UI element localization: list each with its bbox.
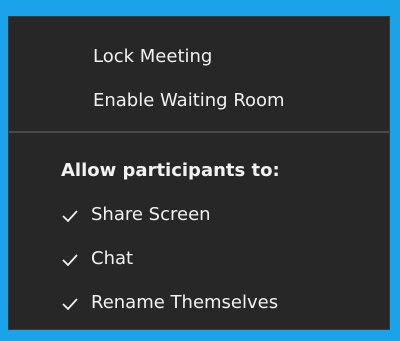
menu-divider — [9, 131, 389, 133]
option-label: Share Screen — [91, 204, 211, 225]
checkmark-icon — [61, 251, 79, 269]
meeting-security-menu: Lock Meeting Enable Waiting Room Allow p… — [8, 16, 390, 330]
option-label: Rename Themselves — [91, 292, 279, 313]
allow-participants-heading: Allow participants to: — [61, 160, 280, 181]
option-label: Chat — [91, 248, 134, 269]
option-share-screen[interactable]: Share Screen — [9, 195, 389, 235]
checkmark-icon — [61, 295, 79, 313]
option-chat[interactable]: Chat — [9, 239, 389, 279]
checkmark-icon — [61, 207, 79, 225]
menu-item-label: Enable Waiting Room — [93, 90, 285, 111]
menu-item-enable-waiting-room[interactable]: Enable Waiting Room — [9, 81, 389, 121]
menu-item-lock-meeting[interactable]: Lock Meeting — [9, 37, 389, 77]
option-rename-themselves[interactable]: Rename Themselves — [9, 283, 389, 323]
menu-item-label: Lock Meeting — [93, 46, 213, 67]
